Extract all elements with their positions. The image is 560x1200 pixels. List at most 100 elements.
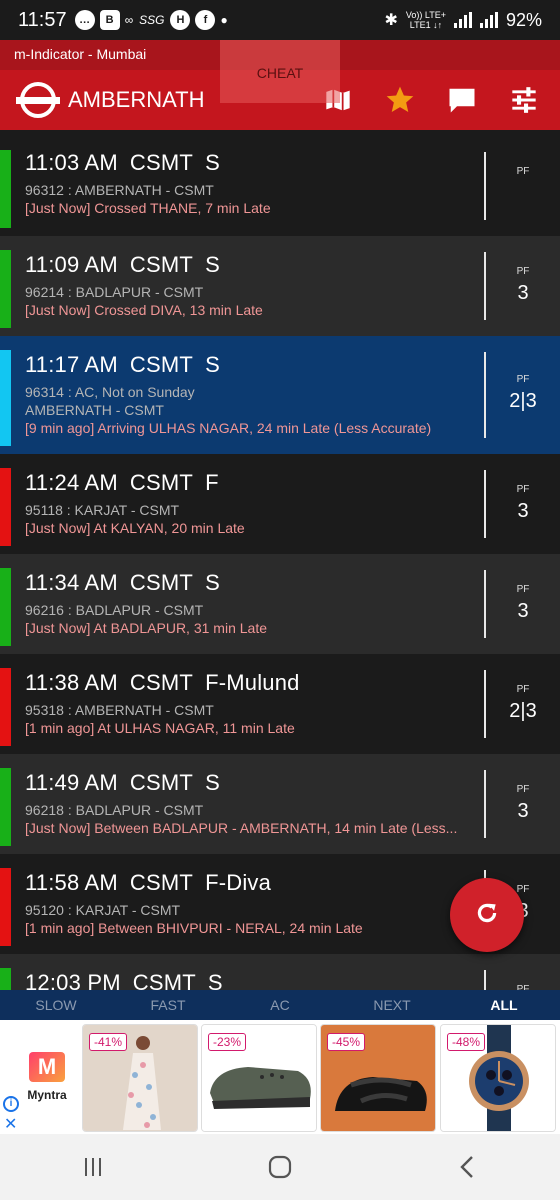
train-dest: CSMT bbox=[129, 570, 194, 595]
refresh-button[interactable] bbox=[450, 878, 524, 952]
train-type-indicator bbox=[0, 150, 11, 228]
train-dest: CSMT bbox=[132, 970, 196, 990]
platform-label: PF bbox=[516, 784, 530, 795]
train-row[interactable]: 11:03 AM CSMT S 96312 : AMBERNATH - CSMT [Ju… bbox=[0, 130, 560, 236]
tab-all[interactable]: ALL bbox=[448, 990, 560, 1020]
train-type-indicator bbox=[0, 468, 11, 546]
recents-icon[interactable] bbox=[73, 1147, 113, 1187]
train-live-status: [Just Now] Between BADLAPUR - AMBERNATH,… bbox=[25, 820, 458, 836]
home-icon[interactable] bbox=[260, 1147, 300, 1187]
tab-ac[interactable]: AC bbox=[224, 990, 336, 1020]
train-dest: CSMT bbox=[129, 352, 194, 377]
discount-badge: -23% bbox=[208, 1033, 247, 1051]
train-row[interactable]: 11:17 AM CSMT S 96314 : AC, Not on Sunday AM… bbox=[0, 336, 560, 454]
train-dest: CSMT bbox=[129, 252, 194, 277]
status-time: 11:57 bbox=[18, 8, 67, 31]
ad-info-icon[interactable]: i bbox=[3, 1096, 19, 1112]
app-bar-actions bbox=[322, 84, 540, 116]
train-time: 11:24 AM bbox=[25, 470, 118, 495]
train-kind: F-Mulund bbox=[205, 670, 300, 695]
discount-badge: -45% bbox=[327, 1033, 366, 1051]
train-kind: S bbox=[205, 150, 220, 175]
train-live-status: [Just Now] At KALYAN, 20 min Late bbox=[25, 520, 245, 536]
signal-icon bbox=[479, 12, 498, 28]
train-title: 11:58 AM CSMT F-Diva bbox=[25, 870, 283, 896]
train-kind: S bbox=[205, 252, 220, 277]
train-time: 11:58 AM bbox=[25, 870, 118, 895]
indicator-logo-icon bbox=[16, 82, 60, 118]
platform-label: PF bbox=[516, 484, 530, 495]
back-icon[interactable] bbox=[447, 1147, 487, 1187]
platform-label: PF bbox=[516, 584, 530, 595]
train-route: 96218 : BADLAPUR - CSMT bbox=[25, 802, 204, 818]
train-list[interactable]: 11:03 AM CSMT S 96312 : AMBERNATH - CSMT [Ju… bbox=[0, 130, 560, 990]
network-top: Vo)) LTE+ bbox=[405, 10, 446, 20]
train-title: 12:03 PM CSMT S bbox=[25, 970, 235, 990]
train-dest: CSMT bbox=[129, 770, 194, 795]
b-icon: B bbox=[99, 10, 120, 30]
train-title: 11:09 AM CSMT S bbox=[25, 252, 232, 278]
platform-divider bbox=[484, 152, 486, 220]
train-time: 11:09 AM bbox=[25, 252, 118, 277]
train-type-indicator bbox=[0, 668, 11, 746]
chat-icon: … bbox=[74, 10, 95, 30]
ad-banner[interactable]: M Myntra i ✕ -41% -23% -45% -48% bbox=[0, 1020, 560, 1134]
platform-label: PF bbox=[516, 684, 530, 695]
train-dest: CSMT bbox=[129, 470, 194, 495]
train-row[interactable]: 11:09 AM CSMT S 96214 : BADLAPUR - CSMT [Jus… bbox=[0, 236, 560, 336]
train-type-indicator bbox=[0, 350, 11, 446]
train-route: 95118 : KARJAT - CSMT bbox=[25, 502, 180, 518]
train-row[interactable]: 11:34 AM CSMT S 96216 : BADLAPUR - CSMT [Jus… bbox=[0, 554, 560, 654]
train-title: 11:38 AM CSMT F-Mulund bbox=[25, 670, 312, 696]
tab-fast[interactable]: FAST bbox=[112, 990, 224, 1020]
ad-product-card[interactable]: -23% bbox=[201, 1024, 317, 1132]
train-live-status: [Just Now] Crossed DIVA, 13 min Late bbox=[25, 302, 263, 318]
discount-badge: -48% bbox=[447, 1033, 486, 1051]
train-title: 11:49 AM CSMT S bbox=[25, 770, 232, 796]
star-icon[interactable] bbox=[384, 84, 416, 116]
ad-product-card[interactable]: -41% bbox=[82, 1024, 198, 1132]
h-icon: H bbox=[170, 10, 191, 30]
tab-slow[interactable]: SLOW bbox=[0, 990, 112, 1020]
platform-number: 3 bbox=[517, 800, 529, 822]
tab-next[interactable]: NEXT bbox=[336, 990, 448, 1020]
train-title: 11:17 AM CSMT S bbox=[25, 352, 232, 378]
infinity-icon: ∞ bbox=[124, 13, 134, 27]
platform-number: 3 bbox=[517, 600, 529, 622]
train-row[interactable]: 11:38 AM CSMT F-Mulund 95318 : AMBERNATH - … bbox=[0, 654, 560, 754]
train-route: 96216 : BADLAPUR - CSMT bbox=[25, 602, 204, 618]
train-row[interactable]: 12:03 PM CSMT S PF bbox=[0, 954, 560, 990]
train-live-status: [9 min ago] Arriving ULHAS NAGAR, 24 min… bbox=[25, 420, 432, 436]
signal-icon bbox=[453, 12, 472, 28]
train-kind: F-Diva bbox=[205, 870, 272, 895]
train-title: 11:34 AM CSMT S bbox=[25, 570, 232, 596]
train-row[interactable]: 11:24 AM CSMT F 95118 : KARJAT - CSMT [Just … bbox=[0, 454, 560, 554]
bluetooth-icon: ✱ bbox=[384, 12, 398, 29]
ad-product-card[interactable]: -45% bbox=[320, 1024, 436, 1132]
train-type-indicator bbox=[0, 868, 11, 946]
train-kind: S bbox=[205, 770, 220, 795]
filter-tabs: SLOW FAST AC NEXT ALL bbox=[0, 990, 560, 1020]
train-time: 11:38 AM bbox=[25, 670, 118, 695]
chat-bubble-icon[interactable] bbox=[446, 84, 478, 116]
train-time: 11:03 AM bbox=[25, 150, 118, 175]
filter-sliders-icon[interactable] bbox=[508, 84, 540, 116]
system-nav-bar bbox=[0, 1134, 560, 1200]
train-kind: S bbox=[205, 570, 220, 595]
network-bottom: LTE1 ↓↑ bbox=[409, 20, 443, 30]
platform-number: 2|3 bbox=[509, 390, 537, 412]
ad-close-icon[interactable]: ✕ bbox=[4, 1114, 17, 1134]
station-name[interactable]: AMBERNATH bbox=[68, 87, 205, 113]
train-time: 11:34 AM bbox=[25, 570, 118, 595]
train-dest: CSMT bbox=[129, 670, 194, 695]
train-dest: CSMT bbox=[129, 150, 194, 175]
platform-number: 2|3 bbox=[509, 700, 537, 722]
myntra-logo[interactable]: M Myntra bbox=[14, 1052, 80, 1122]
refresh-icon bbox=[474, 900, 500, 931]
train-title: 11:03 AM CSMT S bbox=[25, 150, 232, 176]
train-row[interactable]: 11:49 AM CSMT S 96218 : BADLAPUR - CSMT [Jus… bbox=[0, 754, 560, 854]
platform-number: 3 bbox=[517, 500, 529, 522]
train-dest: CSMT bbox=[129, 870, 194, 895]
train-title: 11:24 AM CSMT F bbox=[25, 470, 231, 496]
ad-product-card[interactable]: -48% bbox=[440, 1024, 556, 1132]
